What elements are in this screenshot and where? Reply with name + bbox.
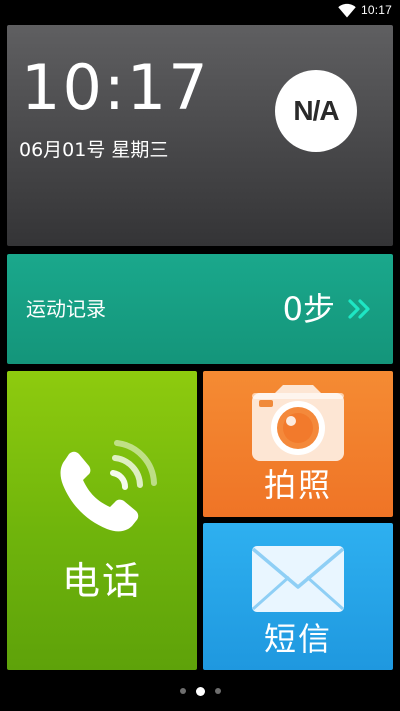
camera-tile[interactable]: 拍照 xyxy=(203,371,393,517)
envelope-icon xyxy=(251,546,345,612)
status-time: 10:17 xyxy=(360,3,392,17)
clock-time: 10:17 xyxy=(21,51,210,124)
sms-tile[interactable]: 短信 xyxy=(203,523,393,670)
status-bar: 10:17 xyxy=(0,0,400,22)
page-dot[interactable] xyxy=(214,688,221,694)
wifi-icon xyxy=(338,3,356,18)
page-dot[interactable] xyxy=(179,688,186,694)
double-chevron-right-icon xyxy=(348,299,370,319)
step-record-tile[interactable]: 运动记录 0步 xyxy=(7,254,393,364)
phone-label: 电话 xyxy=(61,559,142,603)
page-dot-active[interactable] xyxy=(195,686,205,696)
clock-date: 06月01号 星期三 xyxy=(19,139,169,161)
page-indicator xyxy=(0,684,400,698)
step-count: 0步 xyxy=(282,290,335,328)
phone-tile[interactable]: 电话 xyxy=(7,371,197,670)
weather-badge[interactable]: N/A xyxy=(275,70,357,152)
sms-label: 短信 xyxy=(263,620,332,658)
camera-icon xyxy=(252,385,344,461)
camera-label: 拍照 xyxy=(263,466,332,504)
step-record-label: 运动记录 xyxy=(26,297,106,321)
phone-icon xyxy=(60,440,157,532)
clock-widget[interactable]: 10:17 06月01号 星期三 N/A xyxy=(7,25,393,246)
